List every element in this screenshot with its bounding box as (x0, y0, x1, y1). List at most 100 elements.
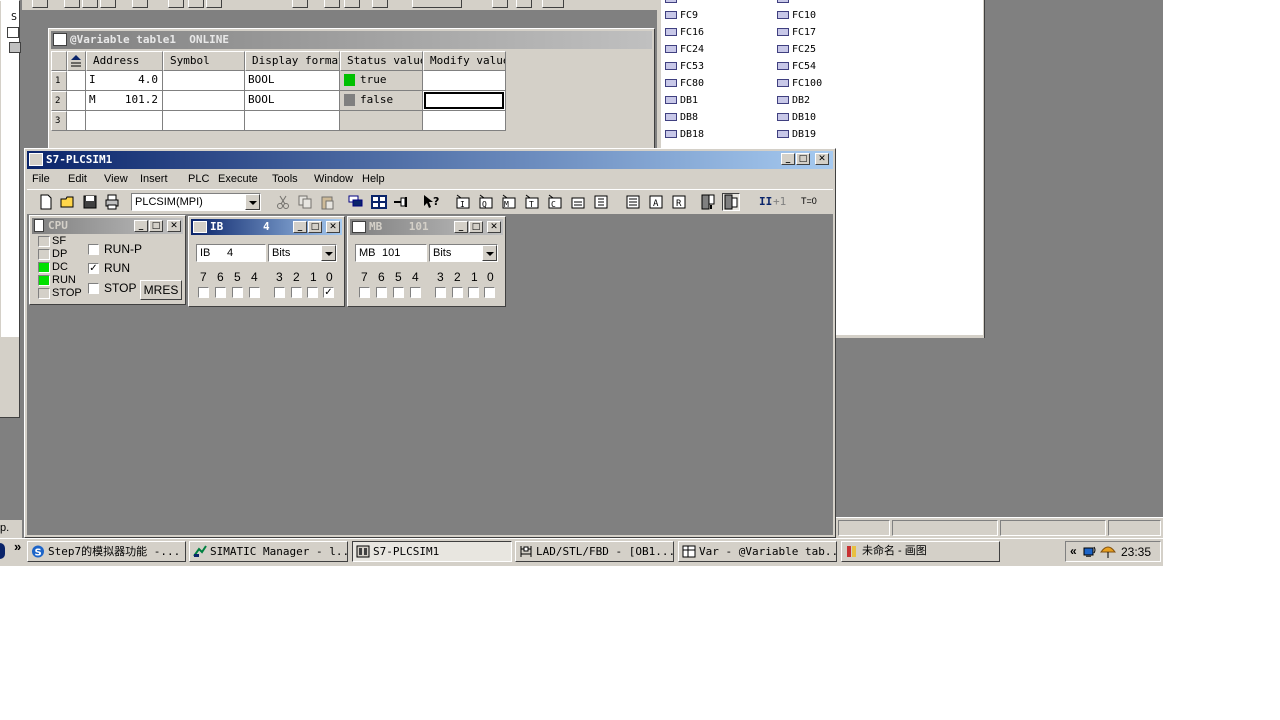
toolbar-button[interactable] (168, 0, 184, 8)
mb-bit-0-checkbox[interactable] (484, 287, 495, 298)
cut-icon[interactable] (275, 194, 291, 210)
toolbar-button[interactable] (516, 0, 532, 8)
open-icon[interactable] (60, 194, 76, 210)
insert-register-icon[interactable]: R (671, 194, 687, 210)
mb-bit-6-checkbox[interactable] (376, 287, 387, 298)
next-cycle-button[interactable]: +1 (773, 195, 786, 208)
column-header-modify-value[interactable]: Modify value (423, 51, 506, 71)
pause-button[interactable]: II (759, 195, 772, 208)
mb-bit-2-checkbox[interactable] (452, 287, 463, 298)
toolbar-button[interactable] (412, 0, 462, 8)
insert-input-icon[interactable] (348, 194, 364, 210)
insert-vertical-bits-icon[interactable] (593, 194, 609, 210)
network-icon[interactable] (1083, 545, 1097, 559)
menu-insert[interactable]: Insert (140, 170, 168, 189)
block-item[interactable]: FC10 (777, 10, 816, 21)
minimize-button[interactable]: _ (293, 221, 307, 233)
column-header-status-value[interactable]: Status value (340, 51, 423, 71)
menu-tools[interactable]: Tools (272, 170, 298, 189)
maximize-button[interactable]: □ (308, 221, 322, 233)
table-cell[interactable] (67, 111, 86, 131)
modify-value-editor[interactable] (424, 92, 504, 109)
ib-bit-7-checkbox[interactable] (198, 287, 209, 298)
table-cell[interactable] (67, 71, 86, 91)
close-button[interactable]: ✕ (815, 153, 829, 165)
insert-generic-icon[interactable] (570, 194, 586, 210)
menu-edit[interactable]: Edit (68, 170, 87, 189)
menu-window[interactable]: Window (314, 170, 353, 189)
mb-bit-3-checkbox[interactable] (435, 287, 446, 298)
ib-format-select[interactable]: Bits (268, 244, 337, 262)
address-cell[interactable]: I 4.0 (86, 71, 163, 91)
ib-titlebar[interactable]: IB 4 _ □ ✕ (191, 219, 342, 235)
menu-file[interactable]: File (32, 170, 50, 189)
mb-address-input[interactable]: MB 101 (355, 244, 427, 262)
chevron-down-icon[interactable] (321, 245, 336, 261)
ib-bit-3-checkbox[interactable] (274, 287, 285, 298)
interface-select[interactable]: PLCSIM(MPI) (131, 193, 261, 211)
run-checkbox[interactable]: ✓ (88, 263, 99, 274)
address-cell[interactable] (86, 111, 163, 131)
context-help-icon[interactable]: ? (423, 194, 439, 210)
menu-help[interactable]: Help (362, 170, 385, 189)
umbrella-icon[interactable] (1100, 545, 1116, 559)
open-icon[interactable] (82, 0, 98, 8)
mb-bit-5-checkbox[interactable] (393, 287, 404, 298)
block-item[interactable]: FC24 (665, 44, 704, 55)
block-item[interactable] (665, 0, 680, 5)
block-item[interactable]: FC54 (777, 61, 816, 72)
taskbar-item-plcsim[interactable]: S7-PLCSIM1 (352, 541, 512, 562)
paste-icon[interactable] (319, 194, 335, 210)
ib-bit-4-checkbox[interactable] (249, 287, 260, 298)
block-item[interactable]: DB10 (777, 112, 816, 123)
toolbar-button[interactable] (292, 0, 308, 8)
column-header-display-format[interactable]: Display format (245, 51, 340, 71)
reset-timers-button[interactable]: T=0 (801, 196, 817, 206)
mb-bit-4-checkbox[interactable] (410, 287, 421, 298)
menu-view[interactable]: View (104, 170, 128, 189)
tile-windows-icon[interactable] (722, 193, 740, 211)
save-icon[interactable] (82, 194, 98, 210)
quick-launch-chevron[interactable]: » (14, 539, 21, 554)
sort-icon[interactable] (67, 51, 86, 71)
insert-table-icon[interactable] (371, 194, 387, 210)
insert-bit-memory-icon[interactable]: M (501, 194, 517, 210)
taskbar-item-variable-table[interactable]: Var - @Variable tab... (678, 541, 837, 562)
insert-counter-icon[interactable]: C (547, 194, 563, 210)
chevron-down-icon[interactable] (482, 245, 497, 261)
close-button[interactable]: ✕ (326, 221, 340, 233)
row-number[interactable]: 2 (51, 91, 67, 111)
mres-button[interactable]: MRES (140, 280, 182, 300)
toolbar-button[interactable] (492, 0, 508, 8)
cascade-windows-icon[interactable] (700, 194, 716, 210)
minimize-button[interactable]: _ (454, 221, 468, 233)
insert-list-icon[interactable] (625, 194, 641, 210)
taskbar-item-browser[interactable]: S Step7的模拟器功能 -... (27, 541, 186, 562)
maximize-button[interactable]: □ (149, 220, 163, 232)
insert-output-variable-icon[interactable]: Q (478, 194, 494, 210)
taskbar-item-simatic-manager[interactable]: SIMATIC Manager - l... (189, 541, 348, 562)
modify-value-cell[interactable] (423, 111, 506, 131)
ib-bit-6-checkbox[interactable] (215, 287, 226, 298)
chevron-down-icon[interactable] (245, 194, 260, 210)
menu-plc[interactable]: PLC (188, 170, 209, 189)
mb-bit-1-checkbox[interactable] (468, 287, 479, 298)
pin-icon[interactable] (393, 194, 409, 210)
close-button[interactable]: ✕ (167, 220, 181, 232)
toolbar-button[interactable] (324, 0, 340, 8)
run-p-checkbox[interactable] (88, 244, 99, 255)
ib-bit-1-checkbox[interactable] (307, 287, 318, 298)
display-format-cell[interactable]: BOOL (245, 91, 340, 111)
modify-value-cell[interactable] (423, 91, 506, 111)
print-icon[interactable] (132, 0, 148, 8)
block-item[interactable]: FC80 (665, 78, 704, 89)
new-icon[interactable] (38, 194, 54, 210)
maximize-button[interactable]: □ (796, 153, 810, 165)
column-header-address[interactable]: Address (86, 51, 163, 71)
symbol-cell[interactable] (163, 111, 245, 131)
table-cell[interactable] (67, 91, 86, 111)
tray-expand-chevron[interactable]: « (1070, 544, 1077, 558)
toolbar-button[interactable] (188, 0, 204, 8)
symbol-cell[interactable] (163, 91, 245, 111)
block-item[interactable]: FC9 (665, 10, 698, 21)
